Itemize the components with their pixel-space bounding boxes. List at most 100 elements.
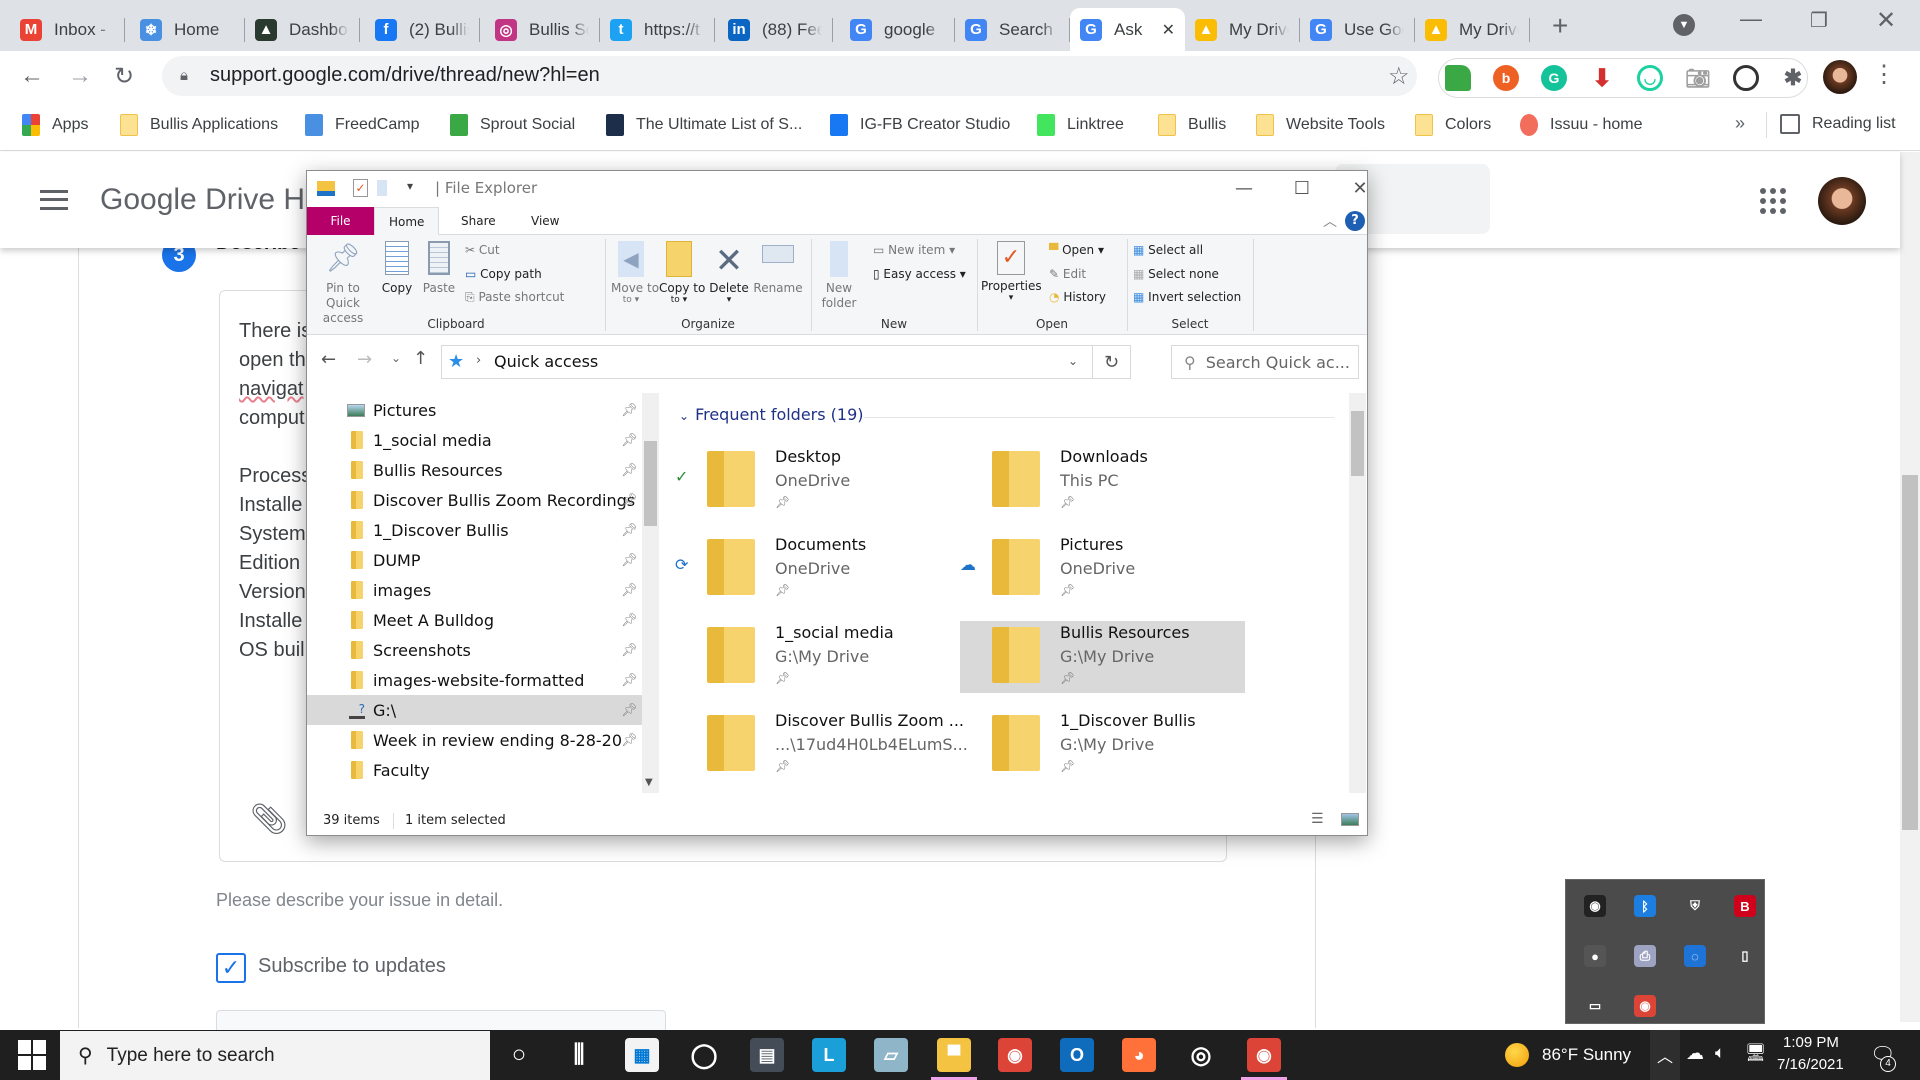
tab-share[interactable]: Share	[447, 207, 510, 235]
folder-tile[interactable]: 1_social media G:\My Drive 📌︎	[675, 621, 960, 693]
tab-file[interactable]: File	[307, 207, 374, 235]
paste-shortcut-button[interactable]: ⎘ Paste shortcut	[465, 290, 564, 305]
main-menu-icon[interactable]	[40, 190, 68, 210]
delete-button[interactable]: ✕ Delete ▾	[707, 241, 751, 305]
browser-tab[interactable]: ◎ Bullis Sc	[485, 8, 600, 51]
nav-item[interactable]: images 📌︎	[307, 575, 642, 605]
properties-qat-icon[interactable]: ✓	[353, 179, 368, 197]
cortana-icon[interactable]: ○	[502, 1038, 536, 1072]
rename-button[interactable]: Rename	[753, 241, 803, 295]
up-button[interactable]: ↑	[413, 348, 428, 369]
browser-tab[interactable]: ▲ Dashboard	[245, 8, 360, 51]
browser-tab[interactable]: M Inbox -	[10, 8, 125, 51]
task-view-icon[interactable]: ⫼	[562, 1038, 596, 1072]
nav-item[interactable]: 1_Discover Bullis 📌︎	[307, 515, 642, 545]
browser-tab[interactable]: in (88) Fee	[718, 8, 833, 51]
calculator-icon[interactable]: ▤	[750, 1038, 784, 1072]
pin-icon[interactable]: 📌︎	[621, 433, 638, 448]
firefox-icon[interactable]: ◕	[1122, 1038, 1156, 1072]
chrome-profile-icon[interactable]: ◉	[1247, 1038, 1281, 1072]
alexa-icon[interactable]: ◯	[687, 1038, 721, 1072]
attachment-icon[interactable]: 📎︎	[250, 802, 288, 837]
nav-item[interactable]: ? G:\ 📌︎	[307, 695, 642, 725]
printer-icon[interactable]: ⎙	[1634, 945, 1656, 967]
nav-item[interactable]: Meet A Bulldog 📌︎	[307, 605, 642, 635]
pin-icon[interactable]: 📌︎	[621, 463, 638, 478]
windows-security-icon[interactable]: ⛨	[1684, 895, 1706, 917]
account-avatar[interactable]	[1818, 177, 1866, 225]
bookmark-item[interactable]: Issuu - home	[1520, 114, 1642, 136]
subscribe-checkbox[interactable]: ✓	[216, 953, 246, 983]
history-button[interactable]: ◔ History	[1049, 290, 1106, 304]
page-scrollbar-thumb[interactable]	[1902, 475, 1918, 830]
notepad-icon[interactable]: ▱	[874, 1038, 908, 1072]
file-explorer-icon[interactable]: ▀	[937, 1038, 971, 1072]
bookmark-item[interactable]: Colors	[1415, 114, 1491, 136]
bluetooth-icon[interactable]: ᛒ	[1634, 895, 1656, 917]
close-browser-button[interactable]: ✕	[1876, 6, 1896, 35]
close-tab-icon[interactable]: ✕	[1162, 20, 1175, 40]
select-none-button[interactable]: ▦ Select none	[1133, 267, 1219, 281]
new-tab-button[interactable]: +	[1552, 10, 1568, 42]
weather-icon[interactable]	[1505, 1043, 1529, 1067]
forward-nav-button[interactable]: →	[357, 349, 372, 370]
nav-item[interactable]: 1_social media 📌︎	[307, 425, 642, 455]
nav-item[interactable]: DUMP 📌︎	[307, 545, 642, 575]
extensions-puzzle-icon[interactable]: ✱	[1780, 65, 1806, 91]
navigation-scrollbar-thumb[interactable]	[644, 441, 657, 526]
reading-list-button[interactable]: Reading list	[1780, 114, 1896, 134]
clock-time[interactable]: 1:09 PM	[1783, 1034, 1839, 1051]
browser-tab[interactable]: G Ask ✕	[1070, 8, 1185, 51]
new-folder-qat-icon[interactable]	[377, 180, 387, 196]
bookmark-item[interactable]: Website Tools	[1256, 114, 1385, 136]
weather-text[interactable]: 86°F Sunny	[1542, 1045, 1631, 1065]
bookmark-item[interactable]: IG-FB Creator Studio	[830, 114, 1010, 136]
loom-icon[interactable]: L	[812, 1038, 846, 1072]
pin-icon[interactable]: 📌︎	[621, 493, 638, 508]
close-button[interactable]: ✕	[1337, 173, 1383, 203]
collapse-ribbon-icon[interactable]: ︿	[1323, 211, 1337, 231]
nvidia-icon[interactable]: ◉	[1584, 895, 1606, 917]
folder-tile[interactable]: ⟳ Documents OneDrive 📌︎	[675, 533, 960, 605]
screen-recorder-icon[interactable]: ●	[1584, 945, 1606, 967]
qat-dropdown-icon[interactable]: ▾	[407, 179, 413, 193]
tab-search-icon[interactable]: ▼	[1673, 14, 1695, 36]
address-dropdown-icon[interactable]: ⌄	[1068, 354, 1078, 368]
bookmark-item[interactable]: Bullis Applications	[120, 114, 278, 136]
nav-item[interactable]: images-website-formatted 📌︎	[307, 665, 642, 695]
sprout-extension-icon[interactable]	[1445, 65, 1471, 91]
restore-browser-button[interactable]: ❐	[1810, 8, 1828, 33]
help-icon[interactable]: ?	[1345, 211, 1365, 231]
pin-icon[interactable]: 📌︎	[621, 673, 638, 688]
back-button[interactable]: ←	[20, 62, 44, 90]
move-to-button[interactable]: ◀ Move to to ▾	[611, 241, 659, 305]
google-apps-icon[interactable]	[1760, 188, 1786, 214]
large-icons-view-icon[interactable]	[1341, 813, 1359, 826]
more-bookmarks-button[interactable]: »	[1735, 113, 1745, 134]
store-icon[interactable]: ▦	[625, 1038, 659, 1072]
nav-item[interactable]: Screenshots 📌︎	[307, 635, 642, 665]
browser-menu-icon[interactable]: ⋮	[1872, 60, 1896, 89]
pin-icon[interactable]: 📌︎	[621, 643, 638, 658]
minimize-browser-button[interactable]: —	[1740, 6, 1762, 32]
chrome-icon[interactable]: ◉	[998, 1038, 1032, 1072]
bookmark-item[interactable]: FreedCamp	[305, 114, 419, 136]
nav-scroll-down-icon[interactable]: ▼	[645, 777, 653, 788]
onedrive-icon[interactable]: ☁	[1686, 1043, 1704, 1064]
download-extension-icon[interactable]: ⬇	[1589, 65, 1615, 92]
tab-view[interactable]: View	[517, 207, 573, 235]
bookmark-item[interactable]: The Ultimate List of S...	[606, 114, 802, 136]
bitly-extension-icon[interactable]: b	[1493, 65, 1519, 91]
bookmark-star-icon[interactable]: ☆	[1388, 62, 1410, 91]
folder-tile[interactable]: Bullis Resources G:\My Drive 📌︎	[960, 621, 1245, 693]
bookmark-item[interactable]: Bullis	[1158, 114, 1226, 136]
bookmark-item[interactable]: Linktree	[1037, 114, 1124, 136]
camera-icon[interactable]: ▭	[1584, 995, 1606, 1017]
cut-button[interactable]: ✂ Cut	[465, 243, 500, 257]
timer-extension-icon[interactable]	[1733, 65, 1759, 91]
select-all-button[interactable]: ▦ Select all	[1133, 243, 1203, 257]
nav-item[interactable]: Faculty	[307, 755, 642, 785]
frequent-folders-header[interactable]: ⌄ Frequent folders (19)	[679, 405, 864, 424]
nav-item[interactable]: Discover Bullis Zoom Recordings 📌︎	[307, 485, 642, 515]
pin-to-quick-access-button[interactable]: 📌︎ Pin to Quick access	[311, 241, 375, 326]
